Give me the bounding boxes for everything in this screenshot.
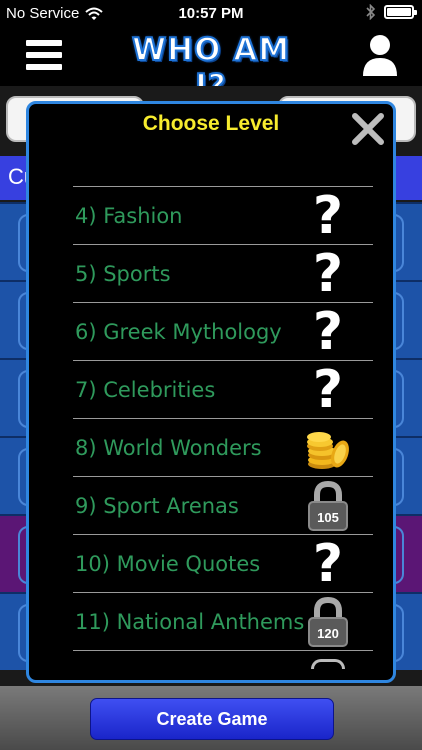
bottom-bar: Create Game — [0, 686, 422, 750]
question-mark-icon: ? — [312, 302, 344, 362]
level-label: 9) Sport Arenas — [75, 494, 239, 518]
create-game-button[interactable]: Create Game — [90, 698, 334, 740]
level-item[interactable]: 6) Greek Mythology ? — [73, 302, 373, 360]
app-header: WHO AM I? — [0, 28, 422, 105]
padlock-icon: 120 — [303, 596, 353, 648]
level-label: 7) Celebrities — [75, 378, 216, 402]
user-profile-icon[interactable] — [360, 32, 400, 78]
choose-level-modal: Choose Level 4) Fashion ? 5) Sports ? 6)… — [26, 101, 396, 683]
level-item[interactable]: 5) Sports ? — [73, 244, 373, 302]
level-label: 10) Movie Quotes — [75, 552, 261, 576]
battery-icon — [384, 5, 417, 19]
level-item[interactable]: 10) Movie Quotes ? — [73, 534, 373, 592]
status-bar: No Service 10:57 PM — [0, 0, 422, 28]
modal-title: Choose Level — [142, 112, 280, 135]
gold-coins-icon — [303, 422, 353, 474]
question-mark-icon: ? — [312, 244, 344, 304]
status-right — [366, 4, 417, 20]
question-mark-icon: ? — [312, 186, 344, 246]
level-item[interactable]: 4) Fashion ? — [73, 186, 373, 244]
level-item[interactable]: 11) National Anthems 120 — [73, 592, 373, 650]
question-mark-icon: ? — [312, 360, 344, 420]
status-time: 10:57 PM — [178, 5, 244, 22]
level-list: 4) Fashion ? 5) Sports ? 6) Greek Mythol… — [73, 186, 373, 669]
level-item[interactable]: 7) Celebrities ? — [73, 360, 373, 418]
level-label: 11) National Anthems — [75, 610, 305, 634]
close-x-icon[interactable] — [347, 108, 389, 150]
question-mark-icon: ? — [312, 534, 344, 594]
level-item-partial — [73, 650, 373, 669]
padlock-icon: 105 — [303, 480, 353, 532]
bluetooth-icon — [366, 4, 376, 20]
unlock-cost: 120 — [317, 626, 339, 641]
level-label: 4) Fashion — [75, 204, 183, 228]
level-item[interactable]: 8) World Wonders — [73, 418, 373, 476]
hamburger-menu-icon[interactable] — [26, 40, 62, 70]
level-item[interactable]: 9) Sport Arenas 105 — [73, 476, 373, 534]
unlock-cost: 105 — [317, 510, 339, 525]
level-label: 6) Greek Mythology — [75, 320, 282, 344]
padlock-icon — [311, 659, 345, 669]
level-label: 5) Sports — [75, 262, 171, 286]
level-label: 8) World Wonders — [75, 436, 262, 460]
